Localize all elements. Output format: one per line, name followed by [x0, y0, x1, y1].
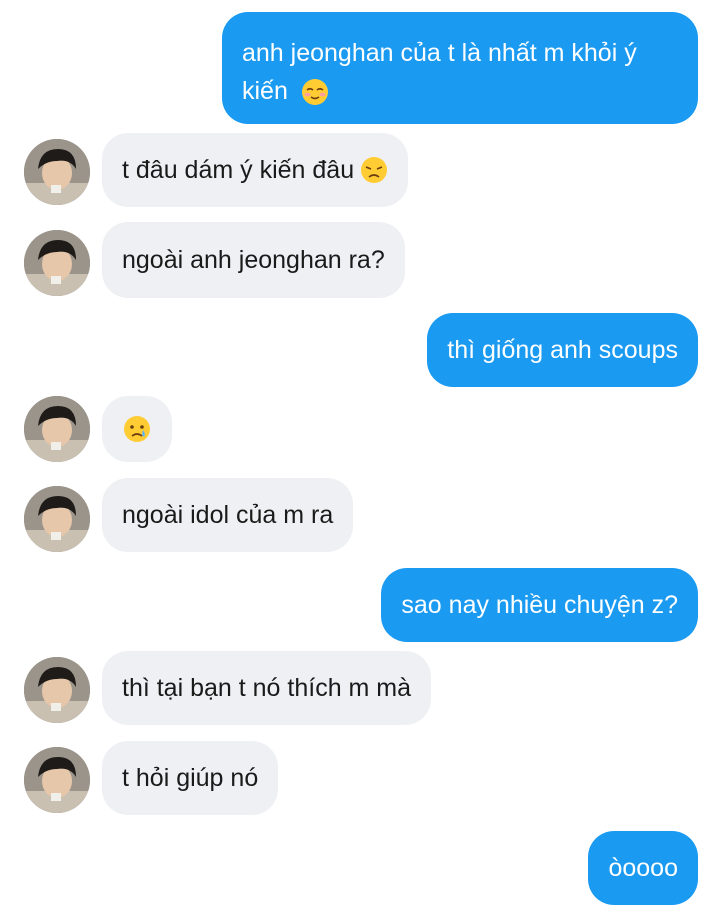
incoming-message-bubble[interactable] [102, 396, 172, 462]
relieved-face-icon [301, 79, 328, 106]
avatar[interactable] [24, 230, 90, 296]
outgoing-message-bubble[interactable]: thì giống anh scoups [427, 313, 698, 387]
message-row-outgoing: thì giống anh scoups [0, 313, 720, 387]
avatar[interactable] [24, 747, 90, 813]
outgoing-message-bubble[interactable]: òoooo [588, 831, 698, 905]
message-row-outgoing: anh jeonghan của t là nhất m khỏi ý kiến [0, 12, 720, 124]
message-text: sao nay nhiều chuyện z? [401, 591, 678, 619]
chat-thread: anh jeonghan của t là nhất m khỏi ý kiến… [0, 0, 720, 908]
message-row-incoming: t đâu dám ý kiến đâu [0, 133, 720, 209]
avatar[interactable] [24, 657, 90, 723]
incoming-message-bubble[interactable]: t hỏi giúp nó [102, 741, 279, 815]
message-text: thì giống anh scoups [447, 336, 678, 364]
message-text: t hỏi giúp nó [122, 764, 259, 792]
message-row-incoming: ngoài idol của m ra [0, 478, 720, 552]
incoming-message-bubble[interactable]: t đâu dám ý kiến đâu [102, 133, 409, 207]
avatar[interactable] [24, 139, 90, 205]
message-row-outgoing: òoooo [0, 831, 720, 905]
message-row-incoming [0, 396, 720, 464]
avatar[interactable] [24, 396, 90, 462]
message-row-incoming: ngoài anh jeonghan ra? [0, 222, 720, 298]
avatar[interactable] [24, 486, 90, 552]
incoming-message-bubble[interactable]: ngoài anh jeonghan ra? [102, 222, 405, 298]
message-row-incoming: thì tại bạn t nó thích m mà [0, 651, 720, 727]
message-text: ngoài anh jeonghan ra? [122, 246, 385, 274]
incoming-message-bubble[interactable]: ngoài idol của m ra [102, 478, 354, 552]
disappointed-face-icon [361, 157, 388, 183]
message-text: t đâu dám ý kiến đâu [122, 156, 355, 184]
crying-face-icon [124, 416, 150, 442]
message-text: òoooo [608, 854, 678, 882]
message-row-incoming: t hỏi giúp nó [0, 741, 720, 817]
outgoing-message-bubble[interactable]: anh jeonghan của t là nhất m khỏi ý kiến [222, 12, 698, 124]
message-text: thì tại bạn t nó thích m mà [122, 674, 412, 702]
message-row-outgoing: sao nay nhiều chuyện z? [0, 568, 720, 642]
message-text: ngoài idol của m ra [122, 501, 334, 529]
incoming-message-bubble[interactable]: thì tại bạn t nó thích m mà [102, 651, 432, 725]
outgoing-message-bubble[interactable]: sao nay nhiều chuyện z? [381, 568, 698, 642]
message-text: anh jeonghan của t là nhất m khỏi ý kiến [242, 39, 637, 106]
